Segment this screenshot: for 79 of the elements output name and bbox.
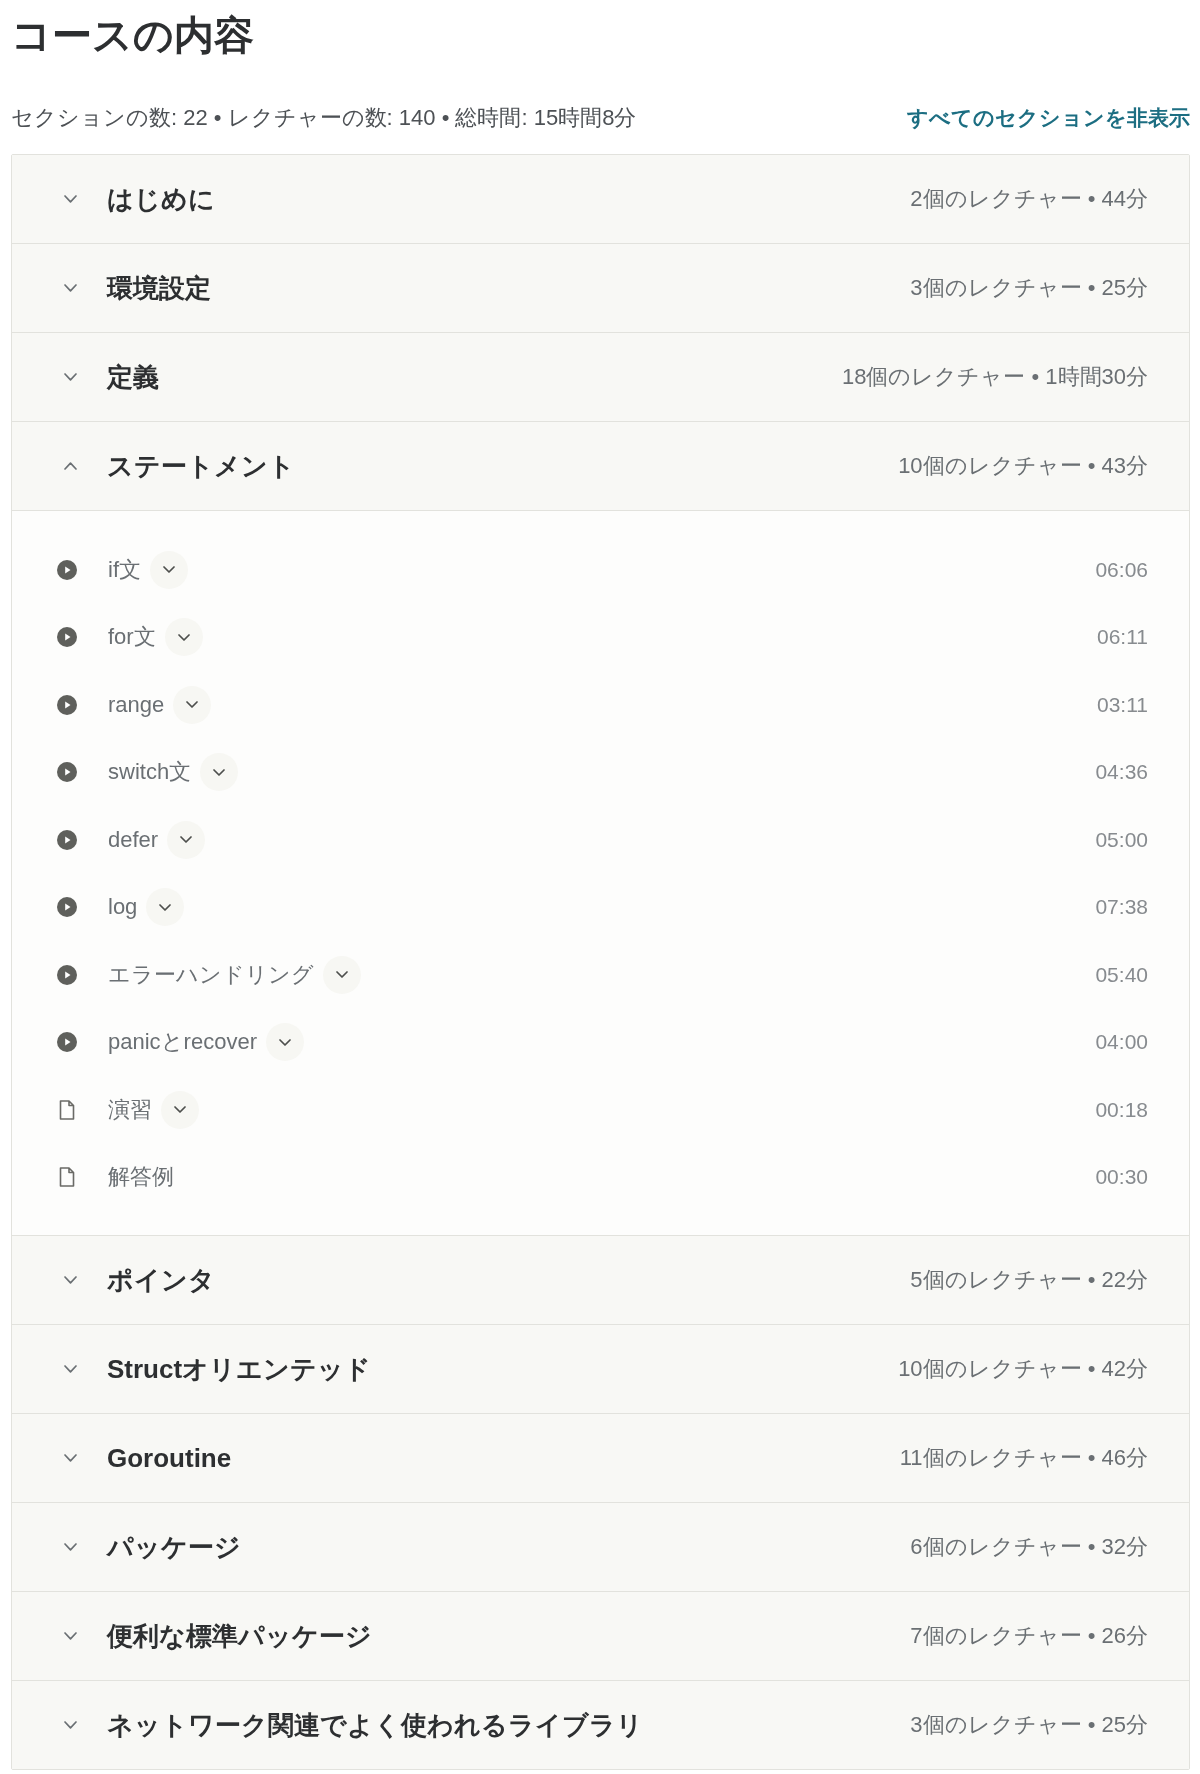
section-meta: 18個のレクチャー • 1時間30分 (841, 363, 1148, 391)
chevron-down-icon (177, 633, 190, 641)
expand-details-button[interactable] (265, 1023, 304, 1062)
page-title: コースの内容 (11, 12, 254, 58)
expand-details-button[interactable] (146, 888, 185, 927)
section-title: Structオリエンテッド (107, 1352, 373, 1386)
section-title: 便利な標準パッケージ (107, 1619, 373, 1653)
play-icon (57, 1032, 77, 1053)
section-meta: 3個のレクチャー • 25分 (910, 1711, 1148, 1739)
section-meta: 3個のレクチャー • 25分 (910, 274, 1148, 302)
lecture-duration: 04:00 (1095, 1030, 1148, 1055)
section-title: ネットワーク関連でよく使われるライブラリ (107, 1708, 644, 1742)
section-meta: 10個のレクチャー • 43分 (898, 452, 1148, 480)
lecture-duration: 03:11 (1097, 692, 1148, 717)
chevron-down-icon (213, 768, 226, 776)
section-title: ステートメント (107, 449, 296, 483)
section-title: 環境設定 (107, 271, 212, 305)
section-header[interactable]: 環境設定 3個のレクチャー • 25分 (12, 244, 1189, 332)
section-title: はじめに (107, 182, 216, 216)
lecture-title: switch文 (108, 758, 192, 787)
section-meta: 2個のレクチャー • 44分 (910, 185, 1148, 213)
lecture-title: panicとrecover (108, 1028, 257, 1057)
chevron-down-icon (159, 903, 172, 911)
lecture-duration: 05:00 (1095, 827, 1148, 852)
chevron-down-icon (336, 971, 348, 979)
section-header[interactable]: 定義 18個のレクチャー • 1時間30分 (12, 333, 1189, 421)
lecture-duration: 04:36 (1095, 760, 1148, 785)
section-header[interactable]: パッケージ 6個のレクチャー • 32分 (12, 1503, 1189, 1591)
play-icon (57, 694, 77, 715)
lecture-duration: 05:40 (1095, 962, 1148, 987)
play-icon (57, 627, 77, 648)
document-icon (57, 1099, 77, 1120)
section-title: 定義 (107, 360, 160, 394)
section-header[interactable]: ネットワーク関連でよく使われるライブラリ 3個のレクチャー • 25分 (12, 1681, 1189, 1769)
play-icon (57, 762, 77, 783)
section-meta: 7個のレクチャー • 26分 (910, 1622, 1148, 1650)
section-title: パッケージ (107, 1530, 242, 1564)
lecture-duration: 07:38 (1095, 895, 1148, 920)
section-header[interactable]: ポインタ 5個のレクチャー • 22分 (12, 1236, 1189, 1324)
section-header[interactable]: 便利な標準パッケージ 7個のレクチャー • 26分 (12, 1592, 1189, 1680)
play-icon (57, 964, 77, 985)
section-header[interactable]: Goroutine 11個のレクチャー • 46分 (12, 1414, 1189, 1502)
section-header[interactable]: Structオリエンテッド 10個のレクチャー • 42分 (12, 1325, 1189, 1413)
lecture-title: if文 (108, 555, 141, 584)
chevron-down-icon (163, 566, 175, 574)
lecture-title: エラーハンドリング (108, 960, 314, 989)
lecture-title: 解答例 (108, 1163, 174, 1192)
lecture-duration: 06:06 (1095, 557, 1148, 582)
section-title: ポインタ (107, 1263, 216, 1297)
expand-details-button[interactable] (323, 955, 361, 994)
play-icon (57, 829, 77, 850)
lecture-title: range (108, 691, 165, 718)
section-header[interactable]: ステートメント 10個のレクチャー • 43分 (12, 422, 1189, 510)
lecture-duration: 00:18 (1095, 1097, 1148, 1122)
section-meta: 11個のレクチャー • 46分 (899, 1444, 1148, 1472)
section-header[interactable]: はじめに 2個のレクチャー • 44分 (12, 155, 1189, 243)
course-summary: セクションの数: 22 • レクチャーの数: 140 • 総時間: 15時間8分 (11, 104, 637, 132)
expand-details-button[interactable] (161, 1090, 199, 1129)
section-meta: 6個のレクチャー • 32分 (910, 1533, 1148, 1561)
expand-details-button[interactable] (164, 618, 203, 657)
lecture-title: 演習 (108, 1095, 152, 1124)
play-icon (57, 559, 77, 580)
lecture-duration: 00:30 (1095, 1165, 1148, 1190)
chevron-down-icon (180, 836, 193, 844)
section-meta: 5個のレクチャー • 22分 (910, 1266, 1148, 1294)
chevron-down-icon (278, 1038, 291, 1046)
chevron-down-icon (174, 1106, 186, 1114)
expand-details-button[interactable] (150, 550, 188, 589)
lecture-title: for文 (108, 623, 156, 652)
expand-details-button[interactable] (200, 753, 239, 792)
lecture-title: defer (108, 826, 159, 853)
lecture-title: log (108, 894, 138, 921)
collapse-all-link[interactable]: すべてのセクションを非表示 (907, 104, 1190, 132)
document-icon (57, 1167, 77, 1188)
chevron-down-icon (186, 701, 199, 709)
play-icon (57, 897, 77, 918)
section-title: Goroutine (107, 1442, 233, 1474)
section-meta: 10個のレクチャー • 42分 (898, 1355, 1148, 1383)
lecture-duration: 06:11 (1097, 625, 1148, 650)
